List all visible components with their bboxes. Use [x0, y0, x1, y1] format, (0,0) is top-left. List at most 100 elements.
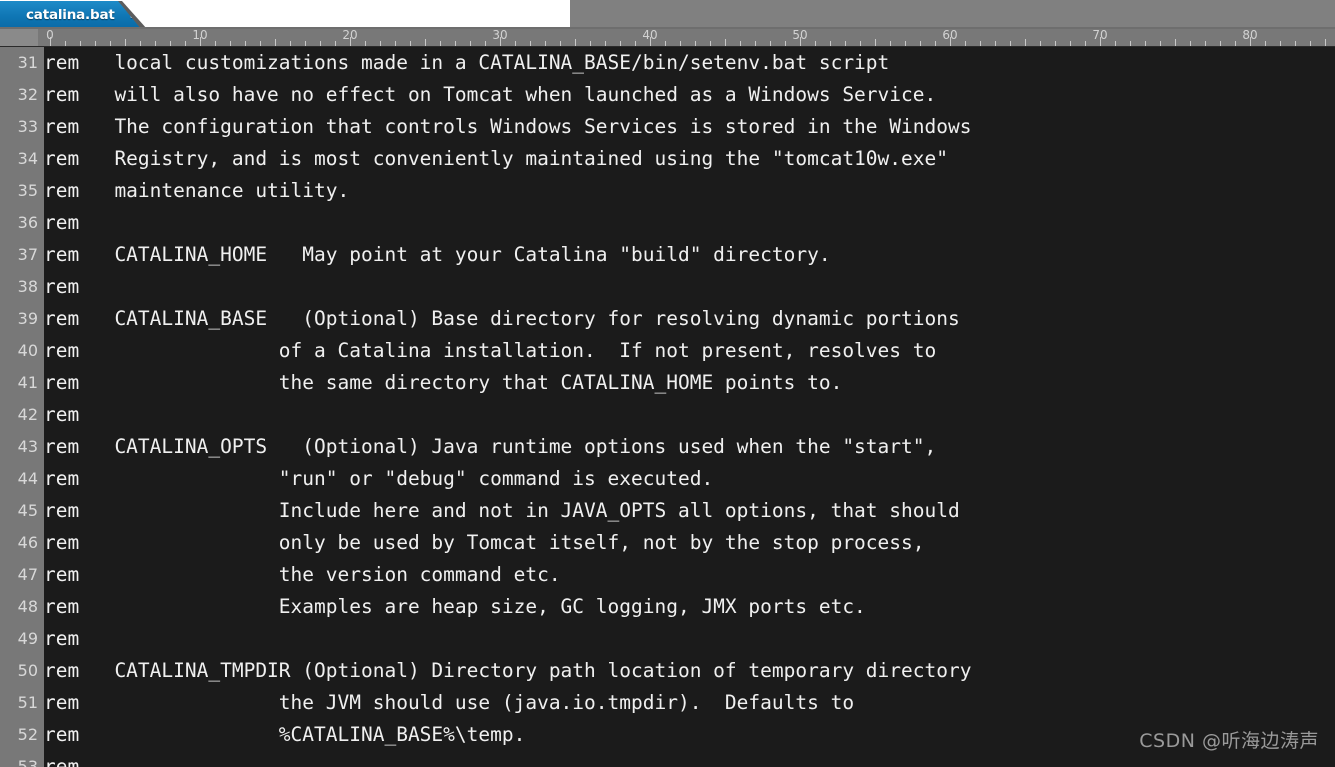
tab-catalina-bat[interactable]: catalina.bat ✕ [0, 1, 141, 29]
ruler-tick-minor [425, 39, 426, 46]
line-content[interactable]: rem [44, 271, 79, 303]
line-number: 40 [17, 341, 38, 360]
ruler-tick-minor [545, 41, 546, 46]
code-line[interactable]: 51 rem the JVM should use (java.io.tmpdir… [0, 687, 1335, 719]
ruler-tick-minor [920, 41, 921, 46]
ruler-tick-minor [905, 41, 906, 46]
ruler-tick-minor [1025, 39, 1026, 46]
line-content[interactable]: rem CATALINA_OPTS (Optional) Java runtim… [44, 431, 936, 463]
line-number: 52 [17, 725, 38, 744]
code-line[interactable]: 47 rem the version command etc. [0, 559, 1335, 591]
line-number: 53 [17, 757, 38, 767]
line-number: 37 [17, 245, 38, 264]
ruler-tick-minor [95, 41, 96, 46]
ruler-tick-minor [815, 41, 816, 46]
code-line[interactable]: 46 rem only be used by Tomcat itself, not… [0, 527, 1335, 559]
ruler-label: 30 [492, 29, 508, 42]
code-line[interactable]: 44 rem "run" or "debug" command is execut… [0, 463, 1335, 495]
code-line[interactable]: 37 rem CATALINA_HOME May point at your Ca… [0, 239, 1335, 271]
ruler-tick-minor [185, 41, 186, 46]
code-line[interactable]: 33 rem The configuration that controls Wi… [0, 111, 1335, 143]
ruler-tick-minor [455, 41, 456, 46]
line-content[interactable]: rem Examples are heap size, GC logging, … [44, 591, 866, 623]
code-line[interactable]: 38 rem [0, 271, 1335, 303]
ruler-tick-minor [1055, 41, 1056, 46]
code-line[interactable]: 53 rem [0, 751, 1335, 767]
code-line[interactable]: 42 rem [0, 399, 1335, 431]
line-content[interactable]: rem %CATALINA_BASE%\temp. [44, 719, 525, 751]
ruler-tick-minor [1265, 41, 1266, 46]
line-content[interactable]: rem "run" or "debug" command is executed… [44, 463, 713, 495]
ruler-tick-minor [740, 41, 741, 46]
ruler-tick-minor [470, 41, 471, 46]
line-content[interactable]: rem CATALINA_TMPDIR (Optional) Directory… [44, 655, 971, 687]
line-content[interactable]: rem Registry, and is most conveniently m… [44, 143, 948, 175]
ruler-tick-minor [365, 41, 366, 46]
ruler-tick-minor [140, 41, 141, 46]
code-line[interactable]: 31 rem local customizations made in a CAT… [0, 47, 1335, 79]
ruler-label: 50 [792, 29, 808, 42]
ruler-label: 20 [342, 29, 358, 42]
code-line[interactable]: 48 rem Examples are heap size, GC logging… [0, 591, 1335, 623]
line-number: 46 [17, 533, 38, 552]
ruler-tick-minor [110, 41, 111, 46]
ruler-tick-minor [575, 39, 576, 46]
line-content[interactable]: rem Include here and not in JAVA_OPTS al… [44, 495, 960, 527]
line-content[interactable]: rem CATALINA_BASE (Optional) Base direct… [44, 303, 960, 335]
code-line[interactable]: 45 rem Include here and not in JAVA_OPTS … [0, 495, 1335, 527]
ruler-tick-minor [65, 41, 66, 46]
ruler-label: 10 [192, 29, 208, 42]
code-text-area[interactable]: 31 rem local customizations made in a CAT… [0, 47, 1335, 767]
code-line[interactable]: 39 rem CATALINA_BASE (Optional) Base dire… [0, 303, 1335, 335]
tab-label: catalina.bat [26, 7, 115, 23]
ruler-tick-minor [620, 41, 621, 46]
code-line[interactable]: 35 rem maintenance utility. [0, 175, 1335, 207]
code-line[interactable]: 41 rem the same directory that CATALINA_H… [0, 367, 1335, 399]
line-number: 43 [17, 437, 38, 456]
ruler-tick-minor [1295, 41, 1296, 46]
ruler-tick-minor [530, 41, 531, 46]
line-number: 49 [17, 629, 38, 648]
line-content[interactable]: rem The configuration that controls Wind… [44, 111, 971, 143]
code-line[interactable]: 40 rem of a Catalina installation. If not… [0, 335, 1335, 367]
line-content[interactable]: rem of a Catalina installation. If not p… [44, 335, 936, 367]
line-number: 48 [17, 597, 38, 616]
code-line[interactable]: 43 rem CATALINA_OPTS (Optional) Java runt… [0, 431, 1335, 463]
ruler-tick-minor [860, 41, 861, 46]
ruler-tick-minor [875, 39, 876, 46]
line-content[interactable]: rem [44, 399, 79, 431]
line-content[interactable]: rem [44, 207, 79, 239]
line-content[interactable]: rem maintenance utility. [44, 175, 349, 207]
code-line[interactable]: 50 rem CATALINA_TMPDIR (Optional) Directo… [0, 655, 1335, 687]
line-content[interactable]: rem [44, 623, 79, 655]
line-number: 41 [17, 373, 38, 392]
code-line[interactable]: 34 rem Registry, and is most conveniently… [0, 143, 1335, 175]
line-content[interactable]: rem the JVM should use (java.io.tmpdir).… [44, 687, 854, 719]
line-content[interactable]: rem the same directory that CATALINA_HOM… [44, 367, 842, 399]
ruler-tick-minor [440, 41, 441, 46]
ruler-tick-minor [1280, 41, 1281, 46]
ruler-tick-minor [695, 41, 696, 46]
ruler-label: 60 [942, 29, 958, 42]
line-content[interactable]: rem only be used by Tomcat itself, not b… [44, 527, 925, 559]
ruler-tick-minor [1190, 41, 1191, 46]
code-line[interactable]: 32 rem will also have no effect on Tomcat… [0, 79, 1335, 111]
code-line[interactable]: 49 rem [0, 623, 1335, 655]
line-number: 39 [17, 309, 38, 328]
line-content[interactable]: rem the version command etc. [44, 559, 561, 591]
code-editor[interactable]: 31 rem local customizations made in a CAT… [0, 47, 1335, 767]
line-number: 45 [17, 501, 38, 520]
ruler-tick-minor [755, 41, 756, 46]
line-content[interactable]: rem CATALINA_HOME May point at your Cata… [44, 239, 831, 271]
code-line[interactable]: 36 rem [0, 207, 1335, 239]
line-content[interactable]: rem [44, 751, 79, 767]
code-line[interactable]: 52 rem %CATALINA_BASE%\temp. [0, 719, 1335, 751]
ruler-label: 80 [1242, 29, 1258, 42]
ruler-label: 0 [46, 29, 54, 42]
ruler-tick-minor [995, 41, 996, 46]
line-content[interactable]: rem will also have no effect on Tomcat w… [44, 79, 936, 111]
ruler-tick-minor [230, 41, 231, 46]
ruler-tick-minor [710, 41, 711, 46]
ruler-tick-minor [380, 41, 381, 46]
line-content[interactable]: rem local customizations made in a CATAL… [44, 47, 889, 79]
